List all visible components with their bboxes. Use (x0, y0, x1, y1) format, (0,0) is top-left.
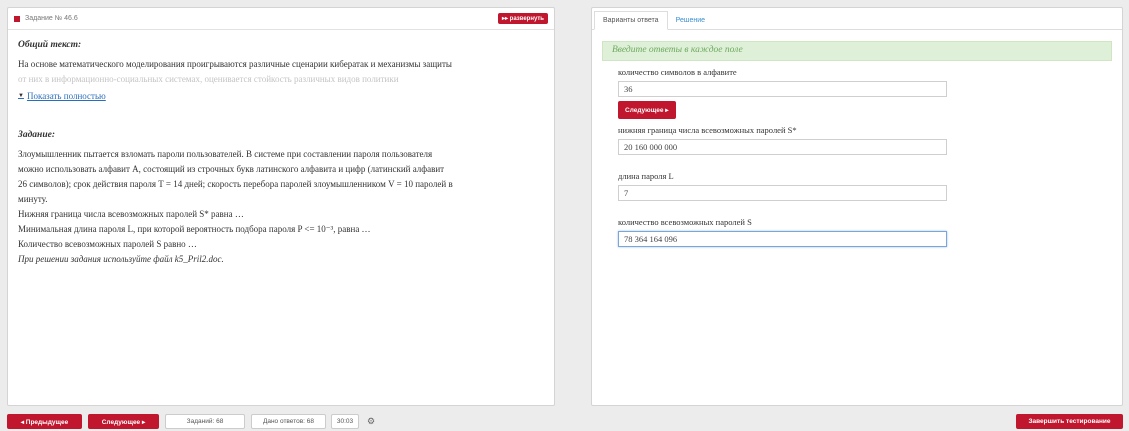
task-line: 26 символов); срок действия пароля T = 1… (18, 179, 453, 189)
task-note: При решении задания используйте файл k5_… (18, 254, 224, 264)
timer: 30:03 (331, 414, 359, 429)
tasks-count: Заданий: 68 (165, 414, 245, 429)
tab-answer-options[interactable]: Варианты ответа (594, 11, 668, 30)
next-button[interactable]: Следующее ▸ (88, 414, 159, 429)
field-label: нижняя граница числа всевозможных пароле… (618, 125, 797, 135)
task-line: можно использовать алфавит A, состоящий … (18, 164, 445, 174)
task-line: Нижняя граница числа всевозможных пароле… (18, 209, 244, 219)
tab-solution[interactable]: Решение (668, 12, 713, 29)
task-panel: Задание № 46.6 ▸▸ развернуть Общий текст… (7, 7, 555, 406)
field-label: длина пароля L (618, 171, 674, 181)
answers-count: Дано ответов: 68 (251, 414, 326, 429)
answer-tabs: Варианты ответа Решение (592, 8, 1122, 30)
task-line: минуту. (18, 194, 48, 204)
show-all-link[interactable]: ▼ Показать полностью (18, 89, 106, 104)
answer-panel: Варианты ответа Решение Введите ответы в… (591, 7, 1123, 406)
finish-testing-button[interactable]: Завершить тестирование (1016, 414, 1123, 429)
next-field-button[interactable]: Следующее ▸ (618, 101, 676, 119)
task-line: Злоумышленник пытается взломать пароли п… (18, 149, 433, 159)
task-marker-icon (14, 15, 20, 22)
expand-button[interactable]: ▸▸ развернуть (497, 13, 548, 24)
general-text-title: Общий текст: (18, 40, 82, 50)
field-label: количество всевозможных паролей S (618, 217, 752, 227)
task-title: Задание: (18, 130, 55, 140)
task-header: Задание № 46.6 ▸▸ развернуть (8, 8, 554, 30)
bottom-toolbar: ◂ Предыдущее Следующее ▸ Заданий: 68 Дан… (0, 412, 1129, 431)
triangle-down-icon: ▼ (18, 93, 24, 99)
settings-icon[interactable]: ⚙ (363, 414, 379, 429)
general-text-line-faded: от них в информационно-социальных систем… (18, 74, 399, 84)
hint-message: Введите ответы в каждое поле (602, 41, 1112, 61)
answers-form: количество символов в алфавите Следующее… (592, 67, 1122, 247)
field-label: количество символов в алфавите (618, 67, 737, 77)
prev-button[interactable]: ◂ Предыдущее (7, 414, 82, 429)
task-body: Общий текст: На основе математического м… (8, 30, 554, 267)
passwords-count-input[interactable] (618, 231, 947, 247)
task-line: Количество всевозможных паролей S равно … (18, 239, 197, 249)
alphabet-size-input[interactable] (618, 81, 947, 97)
task-number: Задание № 46.6 (25, 15, 78, 22)
task-line: Минимальная длина пароля L, при которой … (18, 224, 371, 234)
password-length-input[interactable] (618, 185, 947, 201)
show-all-label[interactable]: Показать полностью (27, 89, 106, 104)
lower-bound-input[interactable] (618, 139, 947, 155)
general-text-line: На основе математического моделирования … (18, 59, 452, 69)
